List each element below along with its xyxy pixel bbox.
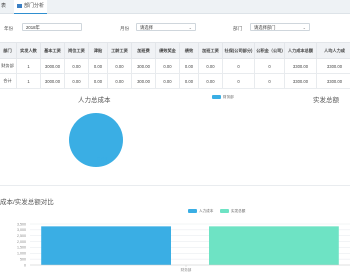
x-tick-label: 财务部 xyxy=(181,267,192,272)
col-header[interactable]: 人力成本总额 xyxy=(284,42,317,59)
bar[interactable] xyxy=(41,226,172,265)
pie-cost-chart xyxy=(69,113,123,168)
salary-table: 部门 实发人数 基本工资 岗位工资 津贴 工龄工资 加班费 绩效奖金 绩效 加班… xyxy=(0,42,350,89)
table-cell: 0.00 xyxy=(179,58,199,74)
table-cell: 3000.00 xyxy=(40,58,65,74)
legend-label[interactable]: 人力成本 xyxy=(199,209,213,214)
month-select[interactable]: 请选择 ⌄ xyxy=(136,23,196,31)
legend-swatch[interactable] xyxy=(212,95,221,99)
table-cell: 财务部 xyxy=(0,58,17,74)
table-cell: 0 xyxy=(222,73,255,89)
table-cell: 0.00 xyxy=(179,73,199,89)
pie-paid-title: 实发总额 xyxy=(313,97,339,104)
table-cell: 0.00 xyxy=(64,73,89,89)
table-cell: 300.00 xyxy=(131,58,156,74)
year-label: 年份 xyxy=(4,26,14,31)
tab-dept-analysis[interactable]: 部门分析 xyxy=(14,0,48,14)
col-header[interactable]: 绩效奖金 xyxy=(155,42,180,59)
y-tick-label: 3,000 xyxy=(17,228,26,232)
chevron-down-icon: ⌄ xyxy=(302,25,306,30)
table-cell: 0.00 xyxy=(198,58,223,74)
y-tick-label: 0 xyxy=(24,263,26,267)
table-cell: 0.00 xyxy=(107,73,132,89)
chevron-down-icon: ⌄ xyxy=(188,25,192,30)
y-tick-label: 2,000 xyxy=(17,240,26,244)
table-header-row: 部门 实发人数 基本工资 岗位工资 津贴 工龄工资 加班费 绩效奖金 绩效 加班… xyxy=(0,42,350,59)
table-cell: 3000.00 xyxy=(40,73,65,89)
table-cell: 0.00 xyxy=(64,58,89,74)
table-cell: 0 xyxy=(254,73,285,89)
table-cell: 0.00 xyxy=(155,58,180,74)
col-header[interactable]: 绩效 xyxy=(179,42,199,59)
table-cell: 0.00 xyxy=(88,58,108,74)
table-row-total[interactable]: 合计 1 3000.00 0.00 0.00 0.00 300.00 0.00 … xyxy=(0,73,350,89)
table-cell: 合计 xyxy=(0,73,17,89)
table-cell: 0.00 xyxy=(107,58,132,74)
col-header[interactable]: 公积金（公司) xyxy=(254,42,285,59)
col-header[interactable]: 实发人数 xyxy=(16,42,41,59)
col-header[interactable]: 基本工资 xyxy=(40,42,65,59)
table-cell: 1 xyxy=(16,73,41,89)
pie-slice-label: 财务部 xyxy=(97,157,108,161)
legend-swatch[interactable] xyxy=(188,209,197,213)
y-tick-label: 1,000 xyxy=(17,252,26,256)
legend-swatch[interactable] xyxy=(220,209,229,213)
col-header[interactable]: 岗位工资 xyxy=(64,42,89,59)
col-header[interactable]: 社保(公司部分) xyxy=(222,42,255,59)
table-row[interactable]: 财务部 1 3000.00 0.00 0.00 0.00 300.00 0.00… xyxy=(0,58,350,74)
year-input[interactable]: 2018年 xyxy=(22,23,82,31)
col-header[interactable]: 部门 xyxy=(0,42,17,59)
bar-chart-title: 成本/实发总额对比 xyxy=(0,199,54,206)
dept-select[interactable]: 请选择部门 ⌄ xyxy=(250,23,310,31)
bar[interactable] xyxy=(209,226,339,265)
table-cell: 3300.00 xyxy=(316,73,350,89)
divider xyxy=(0,88,350,89)
table-cell: 0.00 xyxy=(198,73,223,89)
dept-label: 部门 xyxy=(233,26,243,31)
col-header[interactable]: 人均人力成 xyxy=(316,42,350,59)
table-cell: 3300.00 xyxy=(284,73,317,89)
y-tick-label: 500 xyxy=(20,257,26,261)
table-cell: 0 xyxy=(254,58,285,74)
tab-bar xyxy=(0,0,350,14)
divider xyxy=(0,185,350,186)
col-header[interactable]: 工龄工资 xyxy=(107,42,132,59)
col-header[interactable]: 加班费 xyxy=(131,42,156,59)
table-cell: 0.00 xyxy=(155,73,180,89)
table-cell: 0 xyxy=(222,58,255,74)
legend-label[interactable]: 实发总额 xyxy=(231,209,245,214)
y-tick-label: 3,500 xyxy=(17,222,26,226)
bar-chart: 0 5001,000 1,500 2,000 2,500 3,000 3,500 财务部 xyxy=(17,222,350,272)
y-tick-label: 1,500 xyxy=(17,246,26,250)
y-tick-label: 2,500 xyxy=(17,234,26,238)
table-cell: 3300.00 xyxy=(316,58,350,74)
chart-icon xyxy=(17,3,22,8)
col-header[interactable]: 加班工资 xyxy=(198,42,223,59)
month-label: 月份 xyxy=(120,26,130,31)
table-cell: 1 xyxy=(16,58,41,74)
col-header[interactable]: 津贴 xyxy=(88,42,108,59)
table-cell: 3300.00 xyxy=(284,58,317,74)
tab-previous[interactable]: 表 xyxy=(1,0,6,13)
table-cell: 300.00 xyxy=(131,73,156,89)
table-cell: 0.00 xyxy=(88,73,108,89)
